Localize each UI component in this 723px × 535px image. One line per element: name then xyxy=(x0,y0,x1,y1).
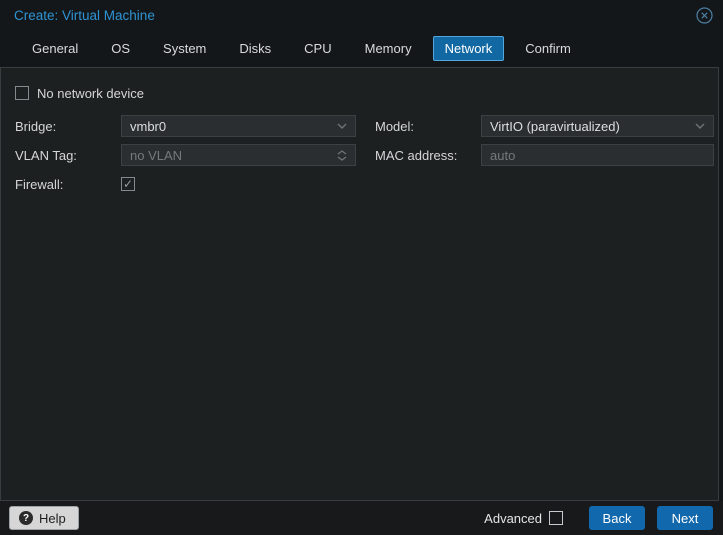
bridge-label: Bridge: xyxy=(15,118,57,134)
vlan-tag-placeholder: no VLAN xyxy=(130,147,183,163)
firewall-checkbox[interactable] xyxy=(121,177,135,191)
bridge-value: vmbr0 xyxy=(130,118,167,134)
wizard-tabs: General OS System Disks CPU Memory Netwo… xyxy=(0,30,723,67)
no-network-device-label: No network device xyxy=(37,85,144,101)
model-value: VirtIO (paravirtualized) xyxy=(490,118,620,134)
chevron-down-icon[interactable] xyxy=(693,123,707,129)
chevron-down-icon[interactable] xyxy=(335,123,349,129)
dialog-title: Create: Virtual Machine xyxy=(14,7,155,23)
dialog-footer: ? Help Advanced Back Next xyxy=(0,501,723,535)
vlan-tag-label: VLAN Tag: xyxy=(15,147,77,163)
next-button[interactable]: Next xyxy=(657,506,713,530)
tab-os[interactable]: OS xyxy=(99,36,142,61)
mac-address-input[interactable]: auto xyxy=(481,144,714,166)
model-label: Model: xyxy=(375,118,415,134)
spinner-up-down-icon[interactable] xyxy=(335,149,349,161)
network-form-panel: No network device Bridge: vmbr0 Model: V… xyxy=(0,67,719,501)
no-network-device-checkbox[interactable] xyxy=(15,86,29,100)
close-icon[interactable] xyxy=(695,6,713,24)
help-button-label: Help xyxy=(39,510,66,526)
bridge-combobox[interactable]: vmbr0 xyxy=(121,115,356,137)
mac-address-placeholder: auto xyxy=(490,147,516,163)
firewall-label: Firewall: xyxy=(15,176,64,192)
model-combobox[interactable]: VirtIO (paravirtualized) xyxy=(481,115,714,137)
advanced-checkbox[interactable] xyxy=(549,511,563,525)
tab-cpu[interactable]: CPU xyxy=(292,36,343,61)
vlan-tag-spinner[interactable]: no VLAN xyxy=(121,144,356,166)
tab-memory[interactable]: Memory xyxy=(353,36,424,61)
tab-disks[interactable]: Disks xyxy=(227,36,283,61)
back-button[interactable]: Back xyxy=(589,506,645,530)
tab-general[interactable]: General xyxy=(20,36,90,61)
tab-system[interactable]: System xyxy=(151,36,218,61)
help-button[interactable]: ? Help xyxy=(9,506,79,530)
network-fields-grid: Bridge: vmbr0 Model: VirtIO (paravirtual… xyxy=(15,115,718,195)
tab-network[interactable]: Network xyxy=(432,36,505,61)
dialog-titlebar: Create: Virtual Machine xyxy=(0,0,723,30)
tab-confirm[interactable]: Confirm xyxy=(513,36,583,61)
mac-address-label: MAC address: xyxy=(375,147,458,163)
help-icon: ? xyxy=(19,511,33,525)
advanced-label: Advanced xyxy=(484,510,542,526)
